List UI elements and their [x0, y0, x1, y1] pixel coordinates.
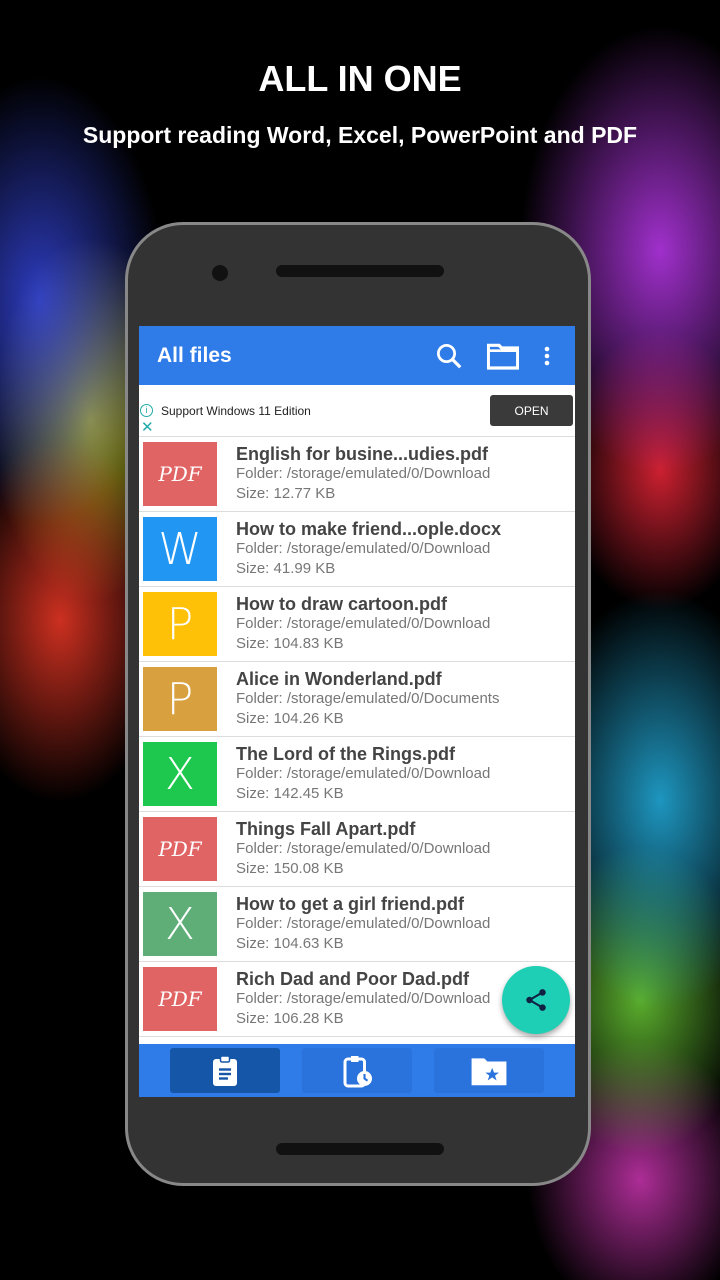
- file-list-item[interactable]: X How to get a girl friend.pdf Folder: /…: [139, 887, 575, 962]
- file-meta: Rich Dad and Poor Dad.pdf Folder: /stora…: [236, 969, 490, 1029]
- file-folder: Folder: /storage/emulated/0/Download: [236, 765, 491, 782]
- file-name: How to make friend...ople.docx: [236, 519, 502, 539]
- file-name: How to get a girl friend.pdf: [236, 894, 464, 914]
- file-type-icon: X: [143, 892, 217, 956]
- file-list-item[interactable]: PDF English for busine...udies.pdf Folde…: [139, 437, 575, 512]
- file-type-icon: P: [143, 592, 217, 656]
- folder-star-icon: [471, 1057, 507, 1085]
- file-meta: Alice in Wonderland.pdf Folder: /storage…: [236, 669, 499, 729]
- file-type-icon: P: [143, 667, 217, 731]
- file-folder: Folder: /storage/emulated/0/Download: [236, 840, 491, 857]
- file-name: The Lord of the Rings.pdf: [236, 744, 455, 764]
- ad-banner: i ✕ Support Windows 11 Edition OPEN: [139, 385, 575, 437]
- bottom-nav: [139, 1044, 575, 1097]
- file-type-icon: W: [143, 517, 217, 581]
- file-meta: How to draw cartoon.pdf Folder: /storage…: [236, 594, 490, 654]
- share-fab[interactable]: [502, 966, 570, 1034]
- file-size: Size: 41.99 KB: [236, 560, 336, 577]
- file-name: Things Fall Apart.pdf: [236, 819, 416, 839]
- file-type-icon: X: [143, 742, 217, 806]
- promo-subtitle: Support reading Word, Excel, PowerPoint …: [82, 122, 638, 148]
- file-type-icon: PDF: [143, 817, 217, 881]
- clipboard-icon: [213, 1054, 237, 1086]
- share-icon: [526, 989, 546, 1011]
- ad-text: Support Windows 11 Edition: [161, 404, 311, 418]
- clipboard-clock-icon: [343, 1055, 372, 1087]
- file-name: Alice in Wonderland.pdf: [236, 669, 442, 689]
- file-list-item[interactable]: P Alice in Wonderland.pdf Folder: /stora…: [139, 662, 575, 737]
- search-icon[interactable]: [429, 336, 469, 376]
- file-list-item[interactable]: W How to make friend...ople.docx Folder:…: [139, 512, 575, 587]
- file-folder: Folder: /storage/emulated/0/Documents: [236, 690, 500, 707]
- file-list-item[interactable]: PDF Things Fall Apart.pdf Folder: /stora…: [139, 812, 575, 887]
- tab-recent[interactable]: [302, 1048, 412, 1093]
- file-size: Size: 104.83 KB: [236, 635, 344, 652]
- file-list-item[interactable]: X The Lord of the Rings.pdf Folder: /sto…: [139, 737, 575, 812]
- close-icon[interactable]: ✕: [141, 418, 154, 436]
- file-type-icon: PDF: [143, 442, 217, 506]
- file-folder: Folder: /storage/emulated/0/Download: [236, 540, 491, 557]
- bottom-speaker: [276, 1143, 444, 1155]
- file-folder: Folder: /storage/emulated/0/Download: [236, 990, 491, 1007]
- file-size: Size: 150.08 KB: [236, 860, 344, 877]
- file-size: Size: 104.26 KB: [236, 710, 344, 727]
- promo-title: ALL IN ONE: [258, 58, 462, 99]
- file-meta: English for busine...udies.pdf Folder: /…: [236, 444, 490, 504]
- file-size: Size: 12.77 KB: [236, 485, 336, 502]
- file-name: English for busine...udies.pdf: [236, 444, 489, 464]
- speaker: [276, 265, 444, 277]
- more-vert-icon[interactable]: [537, 336, 557, 376]
- file-list: PDF English for busine...udies.pdf Folde…: [139, 437, 575, 1037]
- tab-all-files[interactable]: [170, 1048, 280, 1093]
- file-size: Size: 104.63 KB: [236, 935, 344, 952]
- file-meta: How to make friend...ople.docx Folder: /…: [236, 519, 501, 579]
- folder-icon[interactable]: [483, 336, 523, 376]
- file-meta: The Lord of the Rings.pdf Folder: /stora…: [236, 744, 490, 804]
- file-name: How to draw cartoon.pdf: [236, 594, 447, 614]
- ad-open-button[interactable]: OPEN: [490, 395, 573, 426]
- file-folder: Folder: /storage/emulated/0/Download: [236, 465, 491, 482]
- file-type-icon: PDF: [143, 967, 217, 1031]
- file-meta: Things Fall Apart.pdf Folder: /storage/e…: [236, 819, 490, 879]
- file-size: Size: 142.45 KB: [236, 785, 344, 802]
- file-meta: How to get a girl friend.pdf Folder: /st…: [236, 894, 490, 954]
- file-list-item[interactable]: P How to draw cartoon.pdf Folder: /stora…: [139, 587, 575, 662]
- info-icon[interactable]: i: [140, 404, 153, 417]
- file-name: Rich Dad and Poor Dad.pdf: [236, 969, 470, 989]
- file-folder: Folder: /storage/emulated/0/Download: [236, 615, 491, 632]
- file-folder: Folder: /storage/emulated/0/Download: [236, 915, 491, 932]
- camera: [212, 265, 228, 281]
- tab-favorites[interactable]: [434, 1048, 544, 1093]
- page-title: All files: [157, 343, 232, 367]
- app-bar: All files: [139, 326, 575, 385]
- file-size: Size: 106.28 KB: [236, 1010, 344, 1027]
